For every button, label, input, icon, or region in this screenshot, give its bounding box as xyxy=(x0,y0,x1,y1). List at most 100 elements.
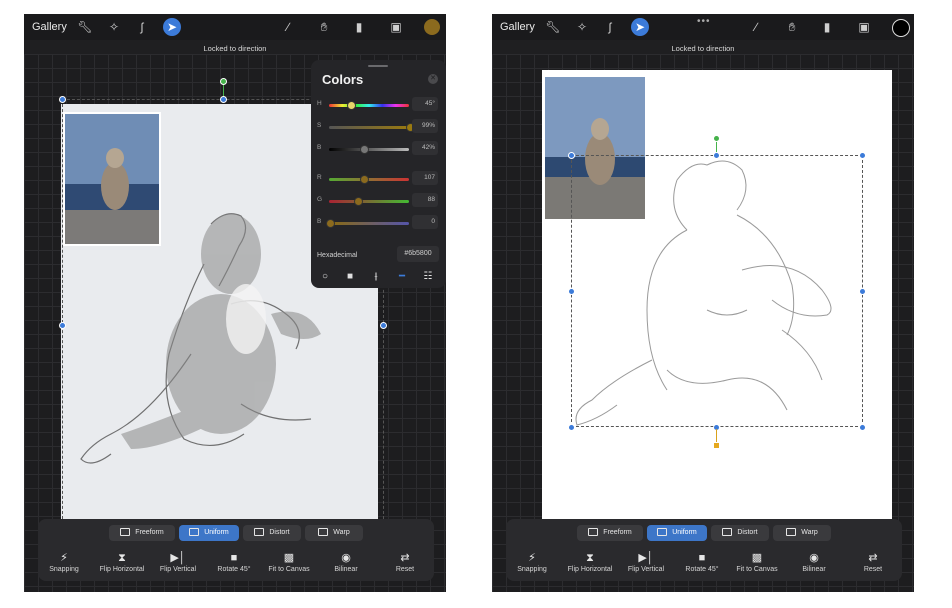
slider-red[interactable]: R 107 xyxy=(311,171,446,186)
mode-warp[interactable]: Warp xyxy=(305,525,363,541)
color-swatch[interactable] xyxy=(892,19,910,37)
fit-to-canvas-button[interactable]: ▩ Fit to Canvas xyxy=(259,552,319,573)
transform-handle[interactable] xyxy=(713,152,720,159)
transform-toolbar: Freeform Uniform Distort Warp ⚡︎ Snapping… xyxy=(38,519,434,581)
reset-button[interactable]: ⇄ Reset xyxy=(375,552,435,573)
wrench-icon[interactable]: 🔧︎ xyxy=(545,19,561,35)
mode-freeform[interactable]: Freeform xyxy=(109,525,175,541)
flip-horizontal-button[interactable]: ⧗ Flip Horizontal xyxy=(560,552,620,573)
rotate-icon: ■ xyxy=(698,552,706,564)
flip-vertical-button[interactable]: ▶│ Flip Vertical xyxy=(148,552,208,573)
mode-distort[interactable]: Distort xyxy=(243,525,301,541)
mode-selector: Freeform Uniform Distort Warp xyxy=(109,525,369,541)
smudge-icon[interactable]: ✋︎ xyxy=(784,19,800,35)
slider-knob[interactable] xyxy=(354,197,363,206)
toolbar: Gallery 🔧︎ ✧ ʃ ➤ ∕ ✋︎ ▮ ▣ xyxy=(24,14,446,40)
magic-wand-icon[interactable]: ✧ xyxy=(574,19,590,35)
value-icon[interactable]: ━ xyxy=(394,270,410,284)
palettes-icon[interactable]: ☷ xyxy=(420,270,436,284)
flip-horizontal-icon: ⧗ xyxy=(118,552,126,564)
classic-icon[interactable]: ■ xyxy=(342,270,358,284)
s-select-icon[interactable]: ʃ xyxy=(134,19,150,35)
flip-vertical-icon: ▶│ xyxy=(170,552,186,564)
snapping-button[interactable]: ⚡︎ Snapping xyxy=(502,552,562,573)
eraser-icon[interactable]: ▮ xyxy=(819,19,835,35)
rotation-handle[interactable] xyxy=(220,78,227,85)
gallery-button[interactable]: Gallery xyxy=(32,21,67,33)
snapping-icon: ⚡︎ xyxy=(60,552,68,564)
transform-handle[interactable] xyxy=(859,424,866,431)
transform-handle[interactable] xyxy=(859,288,866,295)
bilinear-button[interactable]: ◉ Bilinear xyxy=(784,552,844,573)
mode-warp[interactable]: Warp xyxy=(773,525,831,541)
interpolation-icon: ◉ xyxy=(809,552,819,564)
transform-handle[interactable] xyxy=(59,96,66,103)
rotate-45-button[interactable]: ■ Rotate 45° xyxy=(672,552,732,573)
status-hint: Locked to direction xyxy=(671,44,735,53)
s-select-icon[interactable]: ʃ xyxy=(602,19,618,35)
reset-button[interactable]: ⇄ Reset xyxy=(843,552,903,573)
fit-canvas-icon: ▩ xyxy=(283,552,295,564)
harmony-icon[interactable]: ⫲ xyxy=(368,270,384,284)
more-options-icon[interactable]: ••• xyxy=(697,16,711,27)
flip-horizontal-button[interactable]: ⧗ Flip Horizontal xyxy=(92,552,152,573)
slider-saturation[interactable]: S 99% xyxy=(311,119,446,134)
gallery-button[interactable]: Gallery xyxy=(500,21,535,33)
flip-vertical-button[interactable]: ▶│ Flip Vertical xyxy=(616,552,676,573)
wrench-icon[interactable]: 🔧︎ xyxy=(77,19,93,35)
eraser-icon[interactable]: ▮ xyxy=(351,19,367,35)
status-hint: Locked to direction xyxy=(203,44,267,53)
transform-handle[interactable] xyxy=(859,152,866,159)
fit-canvas-icon: ▩ xyxy=(751,552,763,564)
smudge-icon[interactable]: ✋︎ xyxy=(316,19,332,35)
disc-icon[interactable]: ○ xyxy=(317,270,333,284)
interpolation-icon: ◉ xyxy=(341,552,351,564)
slider-blue[interactable]: B 0 xyxy=(311,215,446,230)
color-swatch[interactable] xyxy=(424,19,440,35)
toolbar: ••• Gallery 🔧︎ ✧ ʃ ➤ ∕ ✋︎ ▮ ▣ xyxy=(492,14,914,40)
magic-wand-icon[interactable]: ✧ xyxy=(106,19,122,35)
brush-icon[interactable]: ∕ xyxy=(280,19,296,35)
slider-green[interactable]: G 88 xyxy=(311,193,446,208)
bilinear-button[interactable]: ◉ Bilinear xyxy=(316,552,376,573)
rotate-45-button[interactable]: ■ Rotate 45° xyxy=(204,552,264,573)
layers-icon[interactable]: ▣ xyxy=(856,19,872,35)
colors-title: Colors xyxy=(322,72,364,87)
layers-icon[interactable]: ▣ xyxy=(388,19,404,35)
brush-icon[interactable]: ∕ xyxy=(748,19,764,35)
transform-handle[interactable] xyxy=(568,152,575,159)
slider-knob[interactable] xyxy=(360,175,369,184)
hex-input[interactable]: #6b5800 xyxy=(397,246,439,262)
flip-vertical-icon: ▶│ xyxy=(638,552,654,564)
transform-handle[interactable] xyxy=(380,322,387,329)
close-icon[interactable]: ✕ xyxy=(428,74,438,84)
mode-uniform[interactable]: Uniform xyxy=(179,525,239,541)
flip-horizontal-icon: ⧗ xyxy=(586,552,594,564)
procreate-screen-right: ••• Gallery 🔧︎ ✧ ʃ ➤ ∕ ✋︎ ▮ ▣ Locked to … xyxy=(492,14,914,592)
selection-box[interactable] xyxy=(571,155,863,427)
rotation-handle[interactable] xyxy=(713,135,720,142)
slider-knob[interactable] xyxy=(360,145,369,154)
transform-handle[interactable] xyxy=(59,322,66,329)
pivot-handle[interactable] xyxy=(713,442,720,449)
transform-handle[interactable] xyxy=(568,288,575,295)
mode-freeform[interactable]: Freeform xyxy=(577,525,643,541)
panel-grabber[interactable] xyxy=(368,65,388,67)
slider-hue[interactable]: H 45° xyxy=(311,97,446,112)
slider-brightness[interactable]: B 42% xyxy=(311,141,446,156)
slider-knob[interactable] xyxy=(347,101,356,110)
fit-to-canvas-button[interactable]: ▩ Fit to Canvas xyxy=(727,552,787,573)
colors-panel: Colors ✕ H 45° S 99% B 42% R 107 G 88 B … xyxy=(311,60,446,288)
hex-label: Hexadecimal xyxy=(317,252,358,259)
mode-distort[interactable]: Distort xyxy=(711,525,769,541)
mode-uniform[interactable]: Uniform xyxy=(647,525,707,541)
slider-knob[interactable] xyxy=(326,219,335,228)
arrow-cursor-icon[interactable]: ➤ xyxy=(631,18,649,36)
arrow-cursor-icon[interactable]: ➤ xyxy=(163,18,181,36)
transform-handle[interactable] xyxy=(220,96,227,103)
transform-toolbar: Freeform Uniform Distort Warp ⚡︎ Snapping… xyxy=(506,519,902,581)
snapping-button[interactable]: ⚡︎ Snapping xyxy=(34,552,94,573)
transform-handle[interactable] xyxy=(568,424,575,431)
procreate-screen-left: Gallery 🔧︎ ✧ ʃ ➤ ∕ ✋︎ ▮ ▣ Locked to dire… xyxy=(24,14,446,592)
reset-icon: ⇄ xyxy=(868,552,878,564)
